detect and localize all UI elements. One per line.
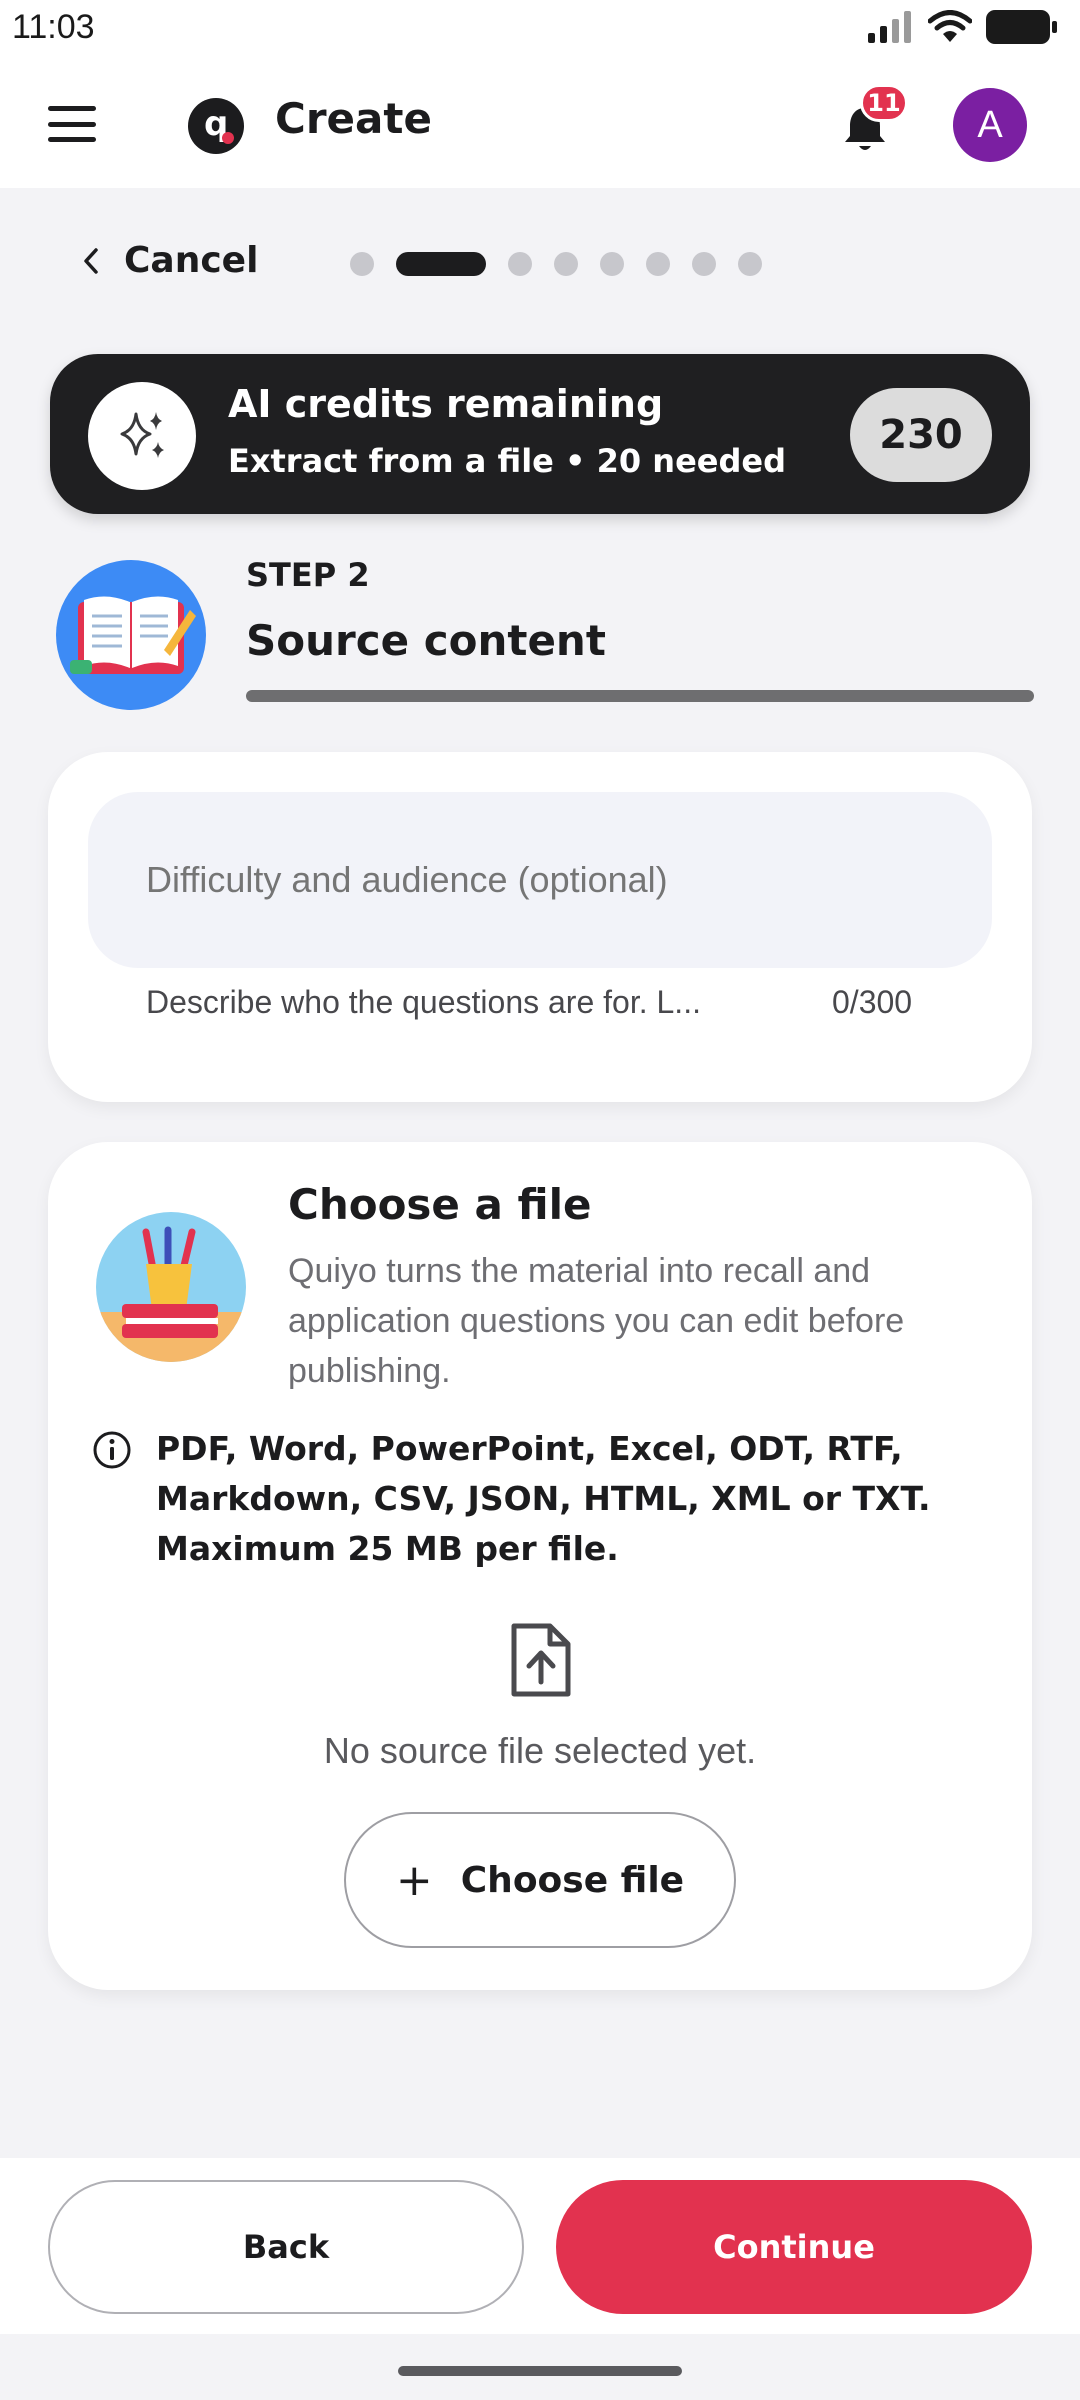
- file-section-title: Choose a file: [288, 1180, 592, 1229]
- back-button[interactable]: Back: [48, 2180, 524, 2314]
- step-dot: [508, 252, 532, 276]
- formats-line: Markdown, CSV, JSON, HTML, XML or TXT.: [156, 1479, 931, 1518]
- plus-icon: +: [395, 1854, 433, 1906]
- step-dot: [646, 252, 670, 276]
- info-icon: [93, 1431, 131, 1469]
- sparkles-icon: [88, 382, 196, 490]
- step-underline: [246, 690, 1034, 702]
- app-header: [0, 62, 1080, 188]
- battery-icon: [986, 10, 1057, 44]
- step-dot: [554, 252, 578, 276]
- empty-file-state: No source file selected yet.: [323, 1730, 757, 1771]
- hamburger-icon[interactable]: [48, 106, 96, 142]
- open-book-illustration: [56, 560, 206, 710]
- supported-formats-note: PDF, Word, PowerPoint, Excel, ODT, RTF, …: [156, 1424, 996, 1574]
- difficulty-audience-input[interactable]: [88, 792, 992, 968]
- credits-title: AI credits remaining: [228, 382, 664, 426]
- wifi-icon: [928, 10, 972, 42]
- status-time: 11:03: [12, 8, 95, 46]
- formats-line: PDF, Word, PowerPoint, Excel, ODT, RTF,: [156, 1429, 903, 1468]
- step-dot: [738, 252, 762, 276]
- continue-button[interactable]: Continue: [556, 2180, 1032, 2314]
- formats-line: Maximum 25 MB per file.: [156, 1529, 619, 1568]
- step-progress-dots: [350, 252, 762, 276]
- signal-icon: [868, 11, 911, 43]
- notification-badge: 11: [860, 84, 908, 122]
- avatar[interactable]: A: [953, 88, 1027, 162]
- page-title: Create: [275, 94, 432, 143]
- difficulty-char-counter: 0/300: [832, 984, 913, 1020]
- credits-count-badge: 230: [850, 388, 992, 482]
- file-section-description: Quiyo turns the material into recall and…: [288, 1252, 905, 1390]
- step-dot: [600, 252, 624, 276]
- home-gesture-bar[interactable]: [398, 2366, 682, 2376]
- cancel-button[interactable]: Cancel: [80, 240, 258, 281]
- choose-file-label: Choose file: [460, 1859, 685, 1901]
- chevron-left-icon: [84, 247, 98, 274]
- step-dot-current: [396, 252, 486, 276]
- app-logo: q: [188, 98, 244, 154]
- step-title: Source content: [246, 616, 606, 665]
- difficulty-helper-text: Describe who the questions are for. L...: [146, 984, 701, 1020]
- cancel-label: Cancel: [124, 240, 259, 281]
- status-icons: [868, 10, 1058, 44]
- step-label: STEP 2: [246, 556, 370, 594]
- file-upload-icon: [511, 1623, 571, 1697]
- step-dot: [692, 252, 716, 276]
- step-dot: [350, 252, 374, 276]
- choose-file-button[interactable]: + Choose file: [344, 1812, 736, 1948]
- pencil-cup-illustration: [96, 1212, 246, 1362]
- credits-subtitle: Extract from a file • 20 needed: [228, 442, 786, 480]
